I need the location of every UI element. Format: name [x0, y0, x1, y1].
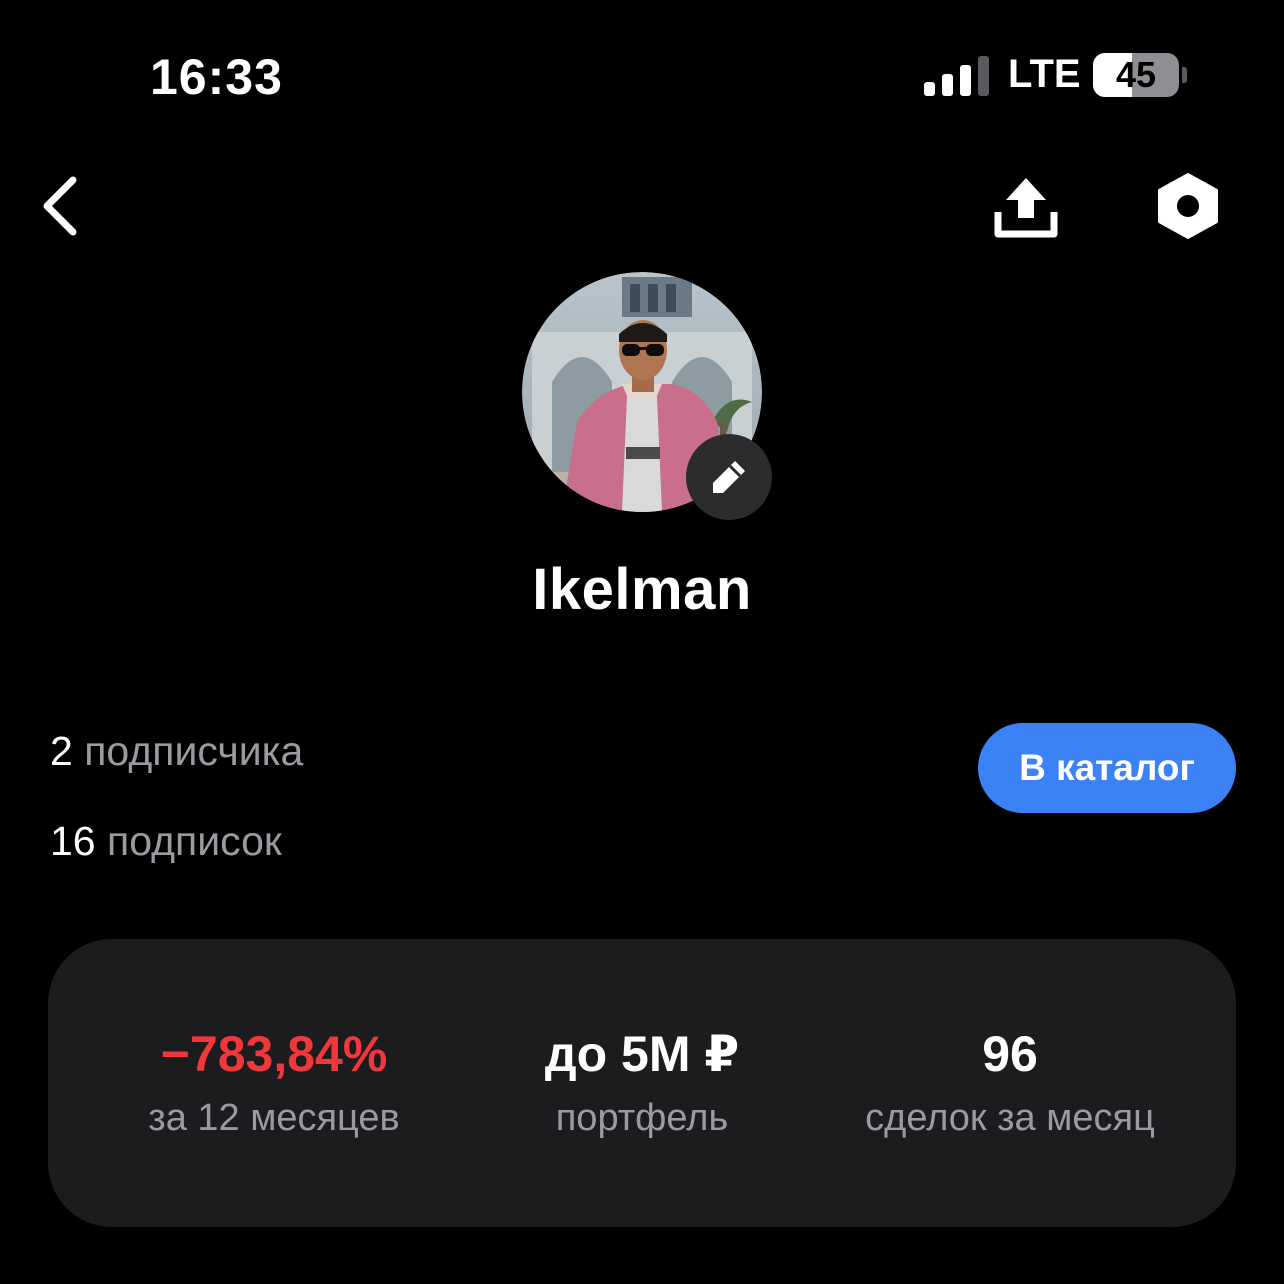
- battery-icon: 45: [1093, 53, 1179, 97]
- stat-deals[interactable]: 96 сделок за месяц: [800, 1025, 1220, 1140]
- cellular-signal-icon: [924, 56, 989, 96]
- share-button[interactable]: [986, 166, 1066, 246]
- chevron-left-icon: [43, 176, 77, 236]
- catalog-button[interactable]: В каталог: [978, 723, 1236, 813]
- subscribers-link[interactable]: 2 подписчика: [50, 728, 303, 775]
- username: Ikelman: [532, 557, 752, 622]
- settings-button[interactable]: [1148, 166, 1228, 246]
- subscribers-count: 2: [50, 728, 73, 774]
- network-type: LTE: [1008, 52, 1081, 96]
- pencil-icon: [713, 461, 745, 493]
- battery-percent: 45: [1115, 54, 1157, 95]
- stats-card: −783,84% за 12 месяцев до 5M ₽ портфель …: [48, 939, 1236, 1227]
- subscribers-label: подписчика: [84, 728, 304, 774]
- stat-portfolio-label: портфель: [555, 1097, 729, 1139]
- back-button[interactable]: [20, 166, 100, 246]
- stat-yield-value: −783,84%: [160, 1026, 388, 1082]
- subscriptions-label: подписок: [107, 818, 282, 864]
- status-time: 16:33: [150, 49, 283, 105]
- subscriptions-link[interactable]: 16 подписок: [50, 818, 282, 865]
- subscriptions-count: 16: [50, 818, 96, 864]
- stat-portfolio-value: до 5M ₽: [544, 1026, 740, 1082]
- stat-portfolio[interactable]: до 5M ₽ портфель: [432, 1025, 852, 1140]
- stat-yield-label: за 12 месяцев: [148, 1097, 400, 1139]
- stat-deals-label: сделок за месяц: [865, 1097, 1155, 1139]
- settings-hexagon-icon: [1158, 173, 1218, 239]
- share-upload-icon: [994, 178, 1058, 238]
- edit-avatar-button[interactable]: [686, 434, 772, 520]
- stat-yield[interactable]: −783,84% за 12 месяцев: [64, 1025, 484, 1140]
- stat-deals-value: 96: [982, 1026, 1038, 1082]
- battery-cap: [1182, 67, 1187, 83]
